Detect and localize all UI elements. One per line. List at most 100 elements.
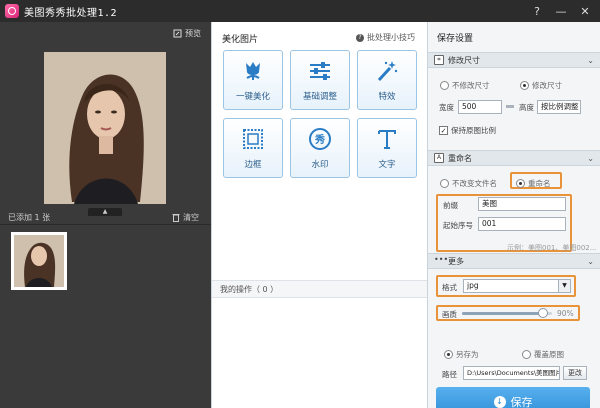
rename-radio[interactable]: 重命名: [516, 178, 551, 189]
clear-button[interactable]: 清空: [172, 212, 199, 223]
chevron-down-icon: ⌄: [587, 55, 594, 65]
operations-label: 我的操作（ 0 ）: [220, 285, 279, 294]
save-button[interactable]: ↓ 保存: [436, 387, 590, 408]
tulip-icon: [240, 58, 266, 84]
svg-text:秀: 秀: [314, 133, 325, 146]
save-label: 保存: [510, 396, 533, 408]
added-count-label: 已添加 1 张: [8, 213, 51, 222]
overwrite-radio[interactable]: 覆盖原图: [522, 349, 564, 360]
minimize-icon[interactable]: —: [554, 5, 568, 18]
width-input[interactable]: 500: [458, 100, 502, 114]
no-resize-radio[interactable]: 不修改尺寸: [440, 80, 490, 91]
keep-ratio-checkbox[interactable]: ✓ 保持原图比例: [439, 125, 496, 136]
preview-image: [44, 52, 166, 204]
keep-ratio-label: 保持原图比例: [451, 126, 496, 135]
radio-dot: [440, 81, 449, 90]
path-label: 路径: [442, 370, 457, 379]
rename-section-label: 重命名: [448, 153, 472, 163]
rename-example: 示例：美图001、美图002...: [507, 244, 597, 252]
title-bar: 美图秀秀批处理1.2 ? — ✕: [0, 0, 600, 22]
resize-section-label: 修改尺寸: [448, 55, 480, 65]
watermark-button[interactable]: 秀 水印: [290, 118, 350, 178]
edit-panel: 美化图片 ? 批处理小技巧 一键美化 基础调整 特效 边框 秀 水印 文字 我的…: [211, 22, 428, 408]
tool-label: 一键美化: [235, 92, 270, 102]
save-as-radio[interactable]: 另存为: [444, 349, 479, 360]
text-button[interactable]: 文字: [357, 118, 417, 178]
operations-list: [212, 298, 427, 408]
prefix-input[interactable]: 美图: [478, 197, 566, 211]
quality-slider-fill: [462, 312, 543, 315]
tool-label: 特效: [378, 92, 396, 102]
thumbnail-item[interactable]: [11, 232, 67, 290]
radio-dot-selected: [516, 179, 525, 188]
collapse-preview-button[interactable]: ▲: [88, 208, 122, 216]
frame-icon: [240, 126, 266, 152]
start-number-input[interactable]: 001: [478, 217, 566, 231]
effects-button[interactable]: 特效: [357, 50, 417, 110]
save-settings-panel: 保存设置 ⌗ 修改尺寸 ⌄ 不修改尺寸 修改尺寸 宽度 500 高度 按比例调整…: [428, 22, 600, 408]
tool-label: 文字: [378, 160, 396, 170]
clear-label: 清空: [183, 213, 199, 222]
help-icon[interactable]: ?: [530, 5, 544, 18]
radio-dot-selected: [444, 350, 453, 359]
format-label: 格式: [442, 283, 457, 292]
thumbnail-list: [0, 224, 211, 408]
save-as-label: 另存为: [456, 350, 479, 359]
save-icon: ↓: [493, 396, 506, 408]
tool-label: 边框: [244, 160, 262, 170]
preview-button[interactable]: 预览: [173, 28, 201, 39]
rename-section-header[interactable]: A 重命名 ⌄: [428, 150, 600, 166]
preview-label: 预览: [185, 29, 201, 38]
frame-button[interactable]: 边框: [223, 118, 283, 178]
quality-slider[interactable]: [462, 308, 552, 318]
rename-icon: A: [434, 153, 444, 163]
one-click-beautify-button[interactable]: 一键美化: [223, 50, 283, 110]
path-input[interactable]: D:\Users\Documents\美图图片: [463, 366, 560, 380]
quality-label: 画质: [442, 310, 457, 319]
operations-bar: 我的操作（ 0 ）: [212, 280, 427, 298]
no-rename-radio[interactable]: 不改变文件名: [440, 178, 497, 189]
chevron-down-icon: ⌄: [587, 256, 594, 266]
radio-dot: [440, 179, 449, 188]
trash-icon: [172, 214, 180, 222]
change-path-button[interactable]: 更改: [563, 366, 587, 380]
format-select[interactable]: jpg ▼: [463, 279, 571, 293]
resize-radio[interactable]: 修改尺寸: [520, 80, 562, 91]
window-title: 美图秀秀批处理1.2: [24, 7, 118, 19]
link-icon: [506, 105, 514, 108]
overwrite-label: 覆盖原图: [534, 350, 564, 359]
dropdown-arrow-icon[interactable]: ▼: [558, 280, 570, 292]
no-resize-label: 不修改尺寸: [452, 81, 490, 90]
radio-dot: [522, 350, 531, 359]
watermark-stamp-icon: 秀: [307, 126, 333, 152]
quality-value: 90%: [557, 309, 574, 318]
left-panel: 预览 ▲ 已添加 1 张 清空: [0, 22, 211, 408]
dots-icon: •••: [434, 255, 449, 264]
tips-link[interactable]: ? 批处理小技巧: [356, 32, 415, 43]
magic-wand-icon: [374, 58, 400, 84]
sliders-icon: [307, 58, 333, 84]
resize-label: 修改尺寸: [532, 81, 562, 90]
format-value: jpg: [467, 281, 479, 290]
height-input[interactable]: 按比例调整: [537, 100, 581, 114]
tool-grid: 一键美化 基础调整 特效 边框 秀 水印 文字: [223, 50, 417, 178]
prefix-label: 前缀: [443, 201, 458, 210]
basic-adjust-button[interactable]: 基础调整: [290, 50, 350, 110]
height-label: 高度: [519, 103, 534, 112]
tool-label: 基础调整: [302, 92, 337, 102]
rename-label: 重命名: [528, 179, 551, 188]
radio-dot-selected: [520, 81, 529, 90]
more-section-label: 更多: [448, 256, 464, 266]
width-label: 宽度: [439, 103, 454, 112]
more-section-header[interactable]: ••• 更多 ⌄: [428, 253, 600, 269]
quality-slider-knob[interactable]: [538, 308, 548, 318]
preview-icon: [173, 29, 182, 38]
close-icon[interactable]: ✕: [578, 5, 592, 18]
text-icon: [374, 126, 400, 152]
chevron-down-icon: ⌄: [587, 153, 594, 163]
app-logo-icon: [5, 4, 19, 18]
checkmark-icon: ✓: [439, 126, 448, 135]
start-number-label: 起始序号: [443, 221, 473, 230]
resize-icon: ⌗: [434, 55, 444, 65]
resize-section-header[interactable]: ⌗ 修改尺寸 ⌄: [428, 52, 600, 68]
